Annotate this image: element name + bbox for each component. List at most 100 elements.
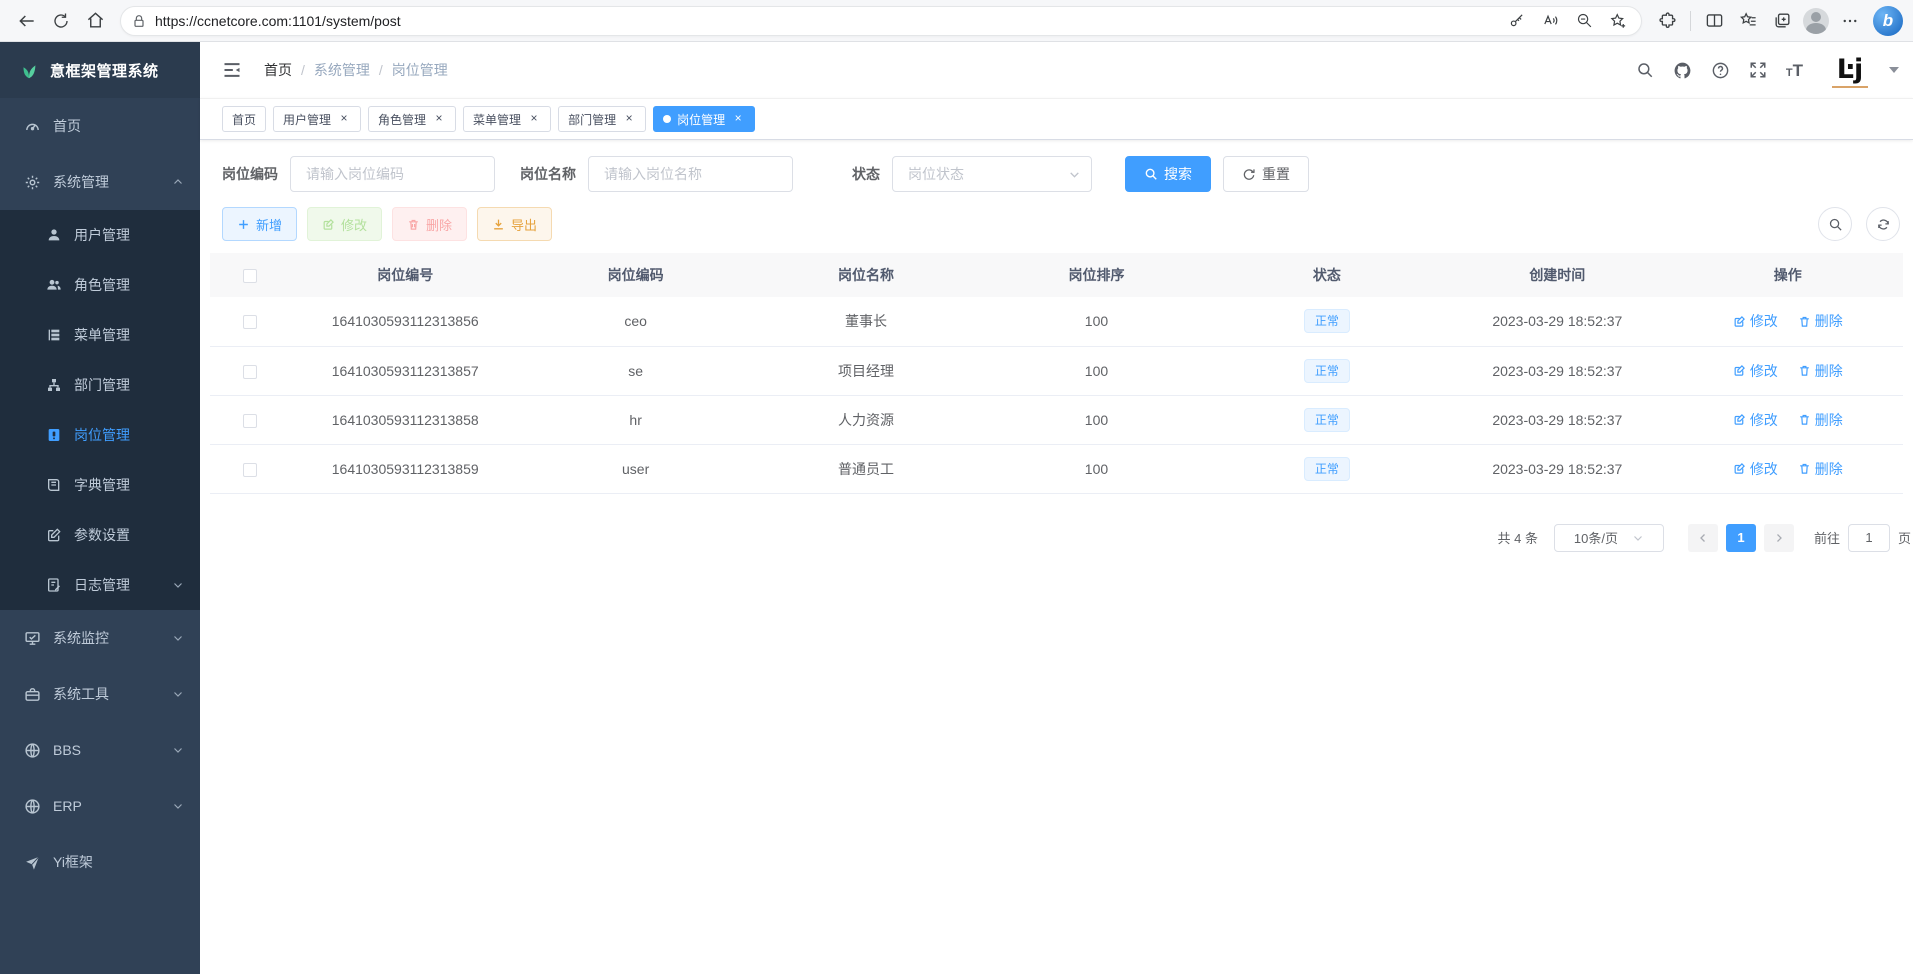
user-avatar[interactable]: Ŀj — [1832, 52, 1868, 88]
column-header: 岗位编号 — [290, 253, 520, 297]
sidebar-item-user-management[interactable]: 用户管理 — [0, 210, 200, 260]
collections-icon[interactable] — [1765, 6, 1799, 36]
address-bar[interactable]: https://ccnetcore.com:1101/system/post — [120, 6, 1642, 36]
goto-page-input[interactable] — [1848, 524, 1890, 552]
add-favorite-icon[interactable] — [1601, 6, 1635, 36]
github-icon[interactable] — [1673, 61, 1692, 80]
post-code-input[interactable] — [290, 156, 495, 192]
sidebar-item-label: 日志管理 — [74, 575, 130, 595]
row-edit-link[interactable]: 修改 — [1733, 410, 1778, 430]
table-row[interactable]: 1641030593112313858 hr 人力资源 100 正常 2023-… — [210, 395, 1903, 444]
sidebar-item-post-management[interactable]: 岗位管理 — [0, 410, 200, 460]
font-size-icon[interactable]: TT — [1786, 62, 1803, 79]
sidebar-item-system-management[interactable]: 系统管理 — [0, 154, 200, 210]
zoom-out-icon[interactable] — [1567, 6, 1601, 36]
help-icon[interactable] — [1711, 61, 1730, 80]
tab-home[interactable]: 首页 — [222, 106, 266, 132]
row-delete-link[interactable]: 删除 — [1798, 459, 1843, 479]
sidebar-item-label: 首页 — [53, 116, 81, 136]
refresh-table-button[interactable] — [1866, 207, 1900, 241]
tab-post-management[interactable]: 岗位管理× — [653, 106, 755, 132]
read-aloud-icon[interactable] — [1533, 6, 1567, 36]
edit-button[interactable]: 修改 — [307, 207, 382, 241]
sidebar-item-system-tools[interactable]: 系统工具 — [0, 666, 200, 722]
sidebar-item-home[interactable]: 首页 — [0, 98, 200, 154]
row-checkbox[interactable] — [243, 414, 257, 428]
page-size-select[interactable]: 10条/页 — [1554, 524, 1664, 552]
sidebar-item-bbs[interactable]: BBS — [0, 722, 200, 778]
split-screen-icon[interactable] — [1697, 6, 1731, 36]
chevron-down-icon — [1068, 168, 1081, 181]
sidebar-item-log-management[interactable]: 日志管理 — [0, 560, 200, 610]
prev-page-button[interactable] — [1688, 524, 1718, 552]
export-button[interactable]: 导出 — [477, 207, 552, 241]
favorites-icon[interactable] — [1731, 6, 1765, 36]
row-edit-link[interactable]: 修改 — [1733, 361, 1778, 381]
sidebar-item-erp[interactable]: ERP — [0, 778, 200, 834]
url-text[interactable]: https://ccnetcore.com:1101/system/post — [155, 13, 1499, 29]
chevron-left-icon — [1697, 532, 1709, 544]
toolbar-divider — [1690, 11, 1691, 31]
row-checkbox[interactable] — [243, 315, 257, 329]
header-search-icon[interactable] — [1636, 61, 1654, 79]
tab-close-icon[interactable]: × — [432, 112, 446, 126]
sidebar-item-dict-management[interactable]: 字典管理 — [0, 460, 200, 510]
row-checkbox[interactable] — [243, 463, 257, 477]
user-menu-caret-icon[interactable] — [1889, 67, 1899, 73]
tab-menu-management[interactable]: 菜单管理× — [463, 106, 551, 132]
bing-chat-icon[interactable]: b — [1873, 6, 1903, 36]
post-name-input[interactable] — [588, 156, 793, 192]
row-delete-link[interactable]: 删除 — [1798, 410, 1843, 430]
sidebar-item-dept-management[interactable]: 部门管理 — [0, 360, 200, 410]
browser-menu-icon[interactable] — [1833, 6, 1867, 36]
next-page-button[interactable] — [1764, 524, 1794, 552]
status-select[interactable]: 岗位状态 — [892, 156, 1092, 192]
select-all-checkbox[interactable] — [243, 269, 257, 283]
sidebar-item-label: ERP — [53, 798, 82, 814]
page-unit-label: 页 — [1898, 528, 1911, 547]
row-delete-link[interactable]: 删除 — [1798, 311, 1843, 331]
posts-table: 岗位编号 岗位编码 岗位名称 岗位排序 状态 创建时间 操作 164103059… — [210, 253, 1903, 494]
reset-button[interactable]: 重置 — [1223, 156, 1309, 192]
browser-back-button[interactable] — [10, 6, 44, 36]
tab-close-icon[interactable]: × — [337, 112, 351, 126]
sidebar-item-role-management[interactable]: 角色管理 — [0, 260, 200, 310]
app-logo[interactable]: 意框架管理系统 — [0, 42, 200, 98]
tab-close-icon[interactable]: × — [622, 112, 636, 126]
browser-refresh-button[interactable] — [44, 6, 78, 36]
row-checkbox[interactable] — [243, 365, 257, 379]
fullscreen-icon[interactable] — [1749, 61, 1767, 79]
row-edit-link[interactable]: 修改 — [1733, 311, 1778, 331]
table-row[interactable]: 1641030593112313857 se 项目经理 100 正常 2023-… — [210, 346, 1903, 395]
browser-home-button[interactable] — [78, 6, 112, 36]
status-badge: 正常 — [1304, 359, 1350, 383]
tab-close-icon[interactable]: × — [527, 112, 541, 126]
collapse-sidebar-icon[interactable] — [222, 60, 242, 80]
table-row[interactable]: 1641030593112313859 user 普通员工 100 正常 202… — [210, 444, 1903, 493]
breadcrumb-home[interactable]: 首页 — [264, 60, 292, 80]
sidebar-item-label: 系统管理 — [53, 172, 109, 192]
search-button[interactable]: 搜索 — [1125, 156, 1211, 192]
pagination-total: 共 4 条 — [1498, 528, 1538, 547]
row-edit-link[interactable]: 修改 — [1733, 459, 1778, 479]
app-header: 首页 / 系统管理 / 岗位管理 TT Ŀj — [200, 42, 1913, 98]
tab-close-icon[interactable]: × — [731, 112, 745, 126]
sidebar-item-yi-framework[interactable]: Yi框架 — [0, 834, 200, 890]
password-key-icon[interactable] — [1499, 6, 1533, 36]
page-number-1[interactable]: 1 — [1726, 524, 1756, 552]
sidebar-item-system-monitor[interactable]: 系统监控 — [0, 610, 200, 666]
table-row[interactable]: 1641030593112313856 ceo 董事长 100 正常 2023-… — [210, 297, 1903, 346]
row-delete-link[interactable]: 删除 — [1798, 361, 1843, 381]
add-button[interactable]: 新增 — [222, 207, 297, 241]
tab-role-management[interactable]: 角色管理× — [368, 106, 456, 132]
tab-dept-management[interactable]: 部门管理× — [558, 106, 646, 132]
sidebar-item-label: 岗位管理 — [74, 425, 130, 445]
sidebar-item-menu-management[interactable]: 菜单管理 — [0, 310, 200, 360]
tab-user-management[interactable]: 用户管理× — [273, 106, 361, 132]
browser-profile-avatar[interactable] — [1799, 6, 1833, 36]
sidebar-item-param-settings[interactable]: 参数设置 — [0, 510, 200, 560]
extensions-icon[interactable] — [1650, 6, 1684, 36]
show-search-toggle-button[interactable] — [1818, 207, 1852, 241]
delete-button[interactable]: 删除 — [392, 207, 467, 241]
cell-post-id: 1641030593112313859 — [290, 444, 520, 493]
